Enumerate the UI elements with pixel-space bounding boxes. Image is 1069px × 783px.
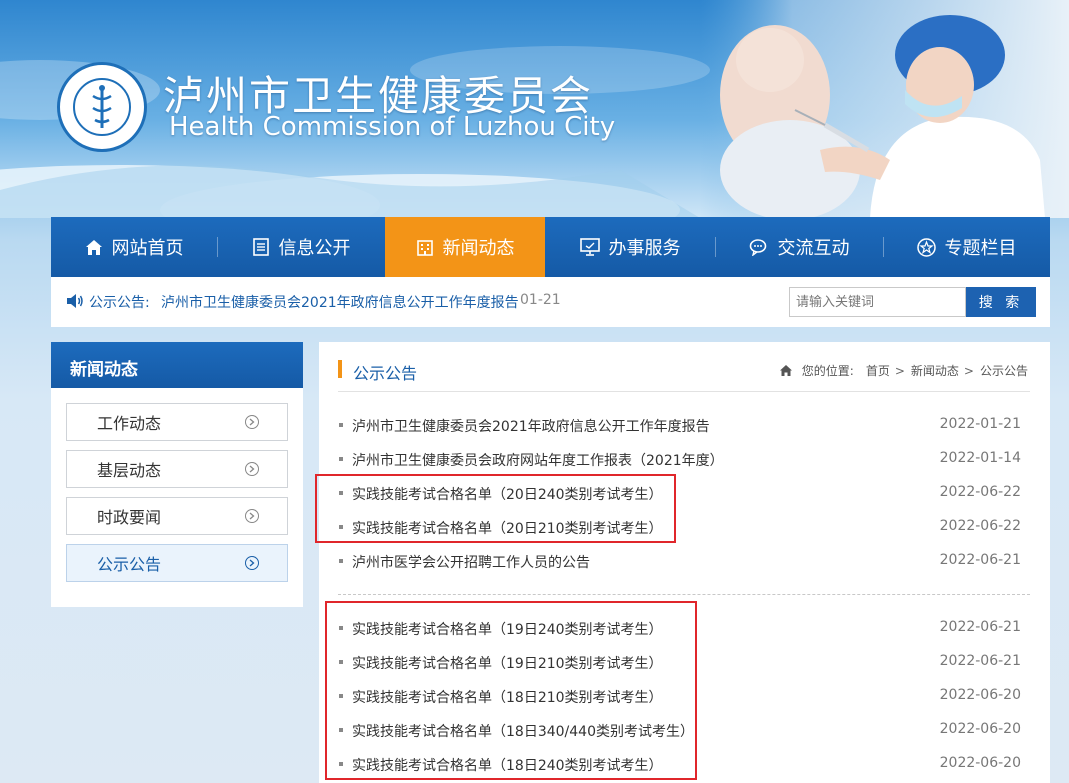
news-title-link[interactable]: 泸州市医学会公开招聘工作人员的公告: [352, 552, 590, 572]
nav-item-label: 网站首页: [111, 238, 184, 259]
bullet-icon: [339, 660, 343, 664]
nav-item-home[interactable]: 网站首页: [51, 217, 217, 277]
list-item[interactable]: 实践技能考试合格名单（20日210类别考试考生） 2022-06-22: [339, 517, 1021, 539]
news-date: 2022-06-22: [939, 484, 1021, 500]
notice-label: 公示公告:: [89, 295, 150, 311]
nurse-vaccination-photo: [700, 0, 1069, 218]
document-list-icon: [252, 238, 269, 256]
content-panel: 公示公告 您的位置: 首页 > 新闻动态 > 公示公告 泸州市卫生健康委员会20…: [319, 342, 1050, 783]
header-banner: 泸州市卫生健康委员会 Health Commission of Luzhou C…: [0, 0, 1069, 218]
news-date: 2022-06-20: [939, 721, 1021, 737]
list-item[interactable]: 实践技能考试合格名单（18日210类别考试考生） 2022-06-20: [339, 686, 1021, 708]
speaker-icon: [67, 294, 83, 308]
news-title-link[interactable]: 泸州市卫生健康委员会政府网站年度工作报表（2021年度）: [352, 450, 724, 470]
news-date: 2022-06-22: [939, 518, 1021, 534]
list-item[interactable]: 泸州市卫生健康委员会2021年政府信息公开工作年度报告 2022-01-21: [339, 415, 1021, 437]
bullet-icon: [339, 525, 343, 529]
list-item[interactable]: 实践技能考试合格名单（20日240类别考试考生） 2022-06-22: [339, 483, 1021, 505]
list-item[interactable]: 实践技能考试合格名单（18日340/440类别考试考生） 2022-06-20: [339, 720, 1021, 742]
sidebar-item-label: 基层动态: [97, 461, 162, 480]
news-date: 2022-06-21: [939, 552, 1021, 568]
breadcrumb-link-news[interactable]: 新闻动态: [911, 362, 959, 379]
list-item[interactable]: 实践技能考试合格名单（19日210类别考试考生） 2022-06-21: [339, 652, 1021, 674]
title-divider: [338, 391, 1030, 392]
building-icon: [416, 240, 433, 256]
news-date: 2022-06-20: [939, 755, 1021, 771]
news-title-link[interactable]: 实践技能考试合格名单（19日240类别考试考生）: [352, 619, 663, 639]
sidebar-item-work-news[interactable]: 工作动态: [66, 403, 288, 441]
notice-date: 01-21: [520, 292, 561, 308]
news-title-link[interactable]: 实践技能考试合格名单（20日240类别考试考生）: [352, 484, 663, 504]
bullet-icon: [339, 762, 343, 766]
nav-item-news[interactable]: 新闻动态: [385, 217, 545, 277]
nav-item-label: 专题栏目: [944, 238, 1017, 259]
news-title-link[interactable]: 泸州市卫生健康委员会2021年政府信息公开工作年度报告: [352, 416, 710, 436]
list-item[interactable]: 实践技能考试合格名单（18日240类别考试考生） 2022-06-20: [339, 754, 1021, 776]
news-title-link[interactable]: 实践技能考试合格名单（18日340/440类别考试考生）: [352, 721, 694, 741]
title-accent-bar: [338, 360, 342, 378]
chevron-right-icon: [245, 462, 259, 476]
search-button[interactable]: 搜 索: [966, 287, 1036, 317]
news-title-link[interactable]: 实践技能考试合格名单（18日240类别考试考生）: [352, 755, 663, 775]
site-title-en: Health Commission of Luzhou City: [169, 112, 616, 142]
bullet-icon: [339, 457, 343, 461]
star-circle-icon: [916, 237, 936, 257]
nav-item-label: 办事服务: [608, 238, 681, 259]
bullet-icon: [339, 559, 343, 563]
news-date: 2022-06-21: [939, 619, 1021, 635]
section-title: 公示公告: [353, 364, 418, 383]
bullet-icon: [339, 694, 343, 698]
nav-item-label: 新闻动态: [442, 238, 515, 259]
list-item[interactable]: 泸州市医学会公开招聘工作人员的公告 2022-06-21: [339, 551, 1021, 573]
news-title-link[interactable]: 实践技能考试合格名单（19日210类别考试考生）: [352, 653, 663, 673]
sidebar-item-announcements[interactable]: 公示公告: [66, 544, 288, 582]
nav-item-info-disclosure[interactable]: 信息公开: [217, 217, 385, 277]
caduceus-icon: [92, 85, 112, 128]
sidebar-title: 新闻动态: [51, 342, 303, 388]
search-input[interactable]: [789, 287, 966, 317]
sidebar-item-current-affairs[interactable]: 时政要闻: [66, 497, 288, 535]
bullet-icon: [339, 728, 343, 732]
nav-item-label: 信息公开: [278, 238, 351, 259]
chevron-right-icon: [245, 415, 259, 429]
breadcrumb: 您的位置: 首页 > 新闻动态 > 公示公告: [779, 362, 1028, 379]
bullet-icon: [339, 626, 343, 630]
notice-bar: 公示公告: 泸州市卫生健康委员会2021年政府信息公开工作年度报告 01-21 …: [51, 277, 1050, 327]
sidebar-item-label: 时政要闻: [97, 508, 162, 527]
chevron-right-icon: [245, 556, 259, 570]
home-icon: [85, 239, 102, 255]
list-item[interactable]: 泸州市卫生健康委员会政府网站年度工作报表（2021年度） 2022-01-14: [339, 449, 1021, 471]
bullet-icon: [339, 423, 343, 427]
sidebar-item-label: 公示公告: [97, 555, 162, 574]
nav-item-services[interactable]: 办事服务: [545, 217, 715, 277]
home-icon: [779, 365, 792, 376]
news-title-link[interactable]: 实践技能考试合格名单（18日210类别考试考生）: [352, 687, 663, 707]
chat-bubbles-icon: [749, 239, 766, 256]
sidebar-item-grassroots-news[interactable]: 基层动态: [66, 450, 288, 488]
main-nav: 网站首页 信息公开 新闻动态 办事服务 交流互动 专题栏目: [51, 217, 1050, 277]
news-date: 2022-01-21: [939, 416, 1021, 432]
dashed-divider: [338, 594, 1030, 595]
news-title-link[interactable]: 实践技能考试合格名单（20日210类别考试考生）: [352, 518, 663, 538]
bullet-icon: [339, 491, 343, 495]
news-date: 2022-01-14: [939, 450, 1021, 466]
nav-item-label: 交流互动: [777, 238, 850, 259]
chevron-right-icon: [245, 509, 259, 523]
breadcrumb-separator: >: [963, 363, 974, 378]
sidebar: 新闻动态 工作动态 基层动态 时政要闻 公示公告: [51, 342, 303, 607]
list-item[interactable]: 实践技能考试合格名单（19日240类别考试考生） 2022-06-21: [339, 618, 1021, 640]
breadcrumb-current: 公示公告: [979, 364, 1028, 378]
breadcrumb-prefix: 您的位置:: [801, 364, 854, 378]
news-date: 2022-06-20: [939, 687, 1021, 703]
nav-item-special-topics[interactable]: 专题栏目: [883, 217, 1050, 277]
news-date: 2022-06-21: [939, 653, 1021, 669]
health-commission-seal-icon[interactable]: [57, 62, 147, 152]
breadcrumb-link-home[interactable]: 首页: [866, 362, 890, 379]
notice-link[interactable]: 泸州市卫生健康委员会2021年政府信息公开工作年度报告: [161, 292, 519, 312]
monitor-icon: [579, 238, 600, 256]
sidebar-item-label: 工作动态: [97, 414, 162, 433]
breadcrumb-separator: >: [894, 363, 905, 378]
nav-item-interaction[interactable]: 交流互动: [715, 217, 883, 277]
